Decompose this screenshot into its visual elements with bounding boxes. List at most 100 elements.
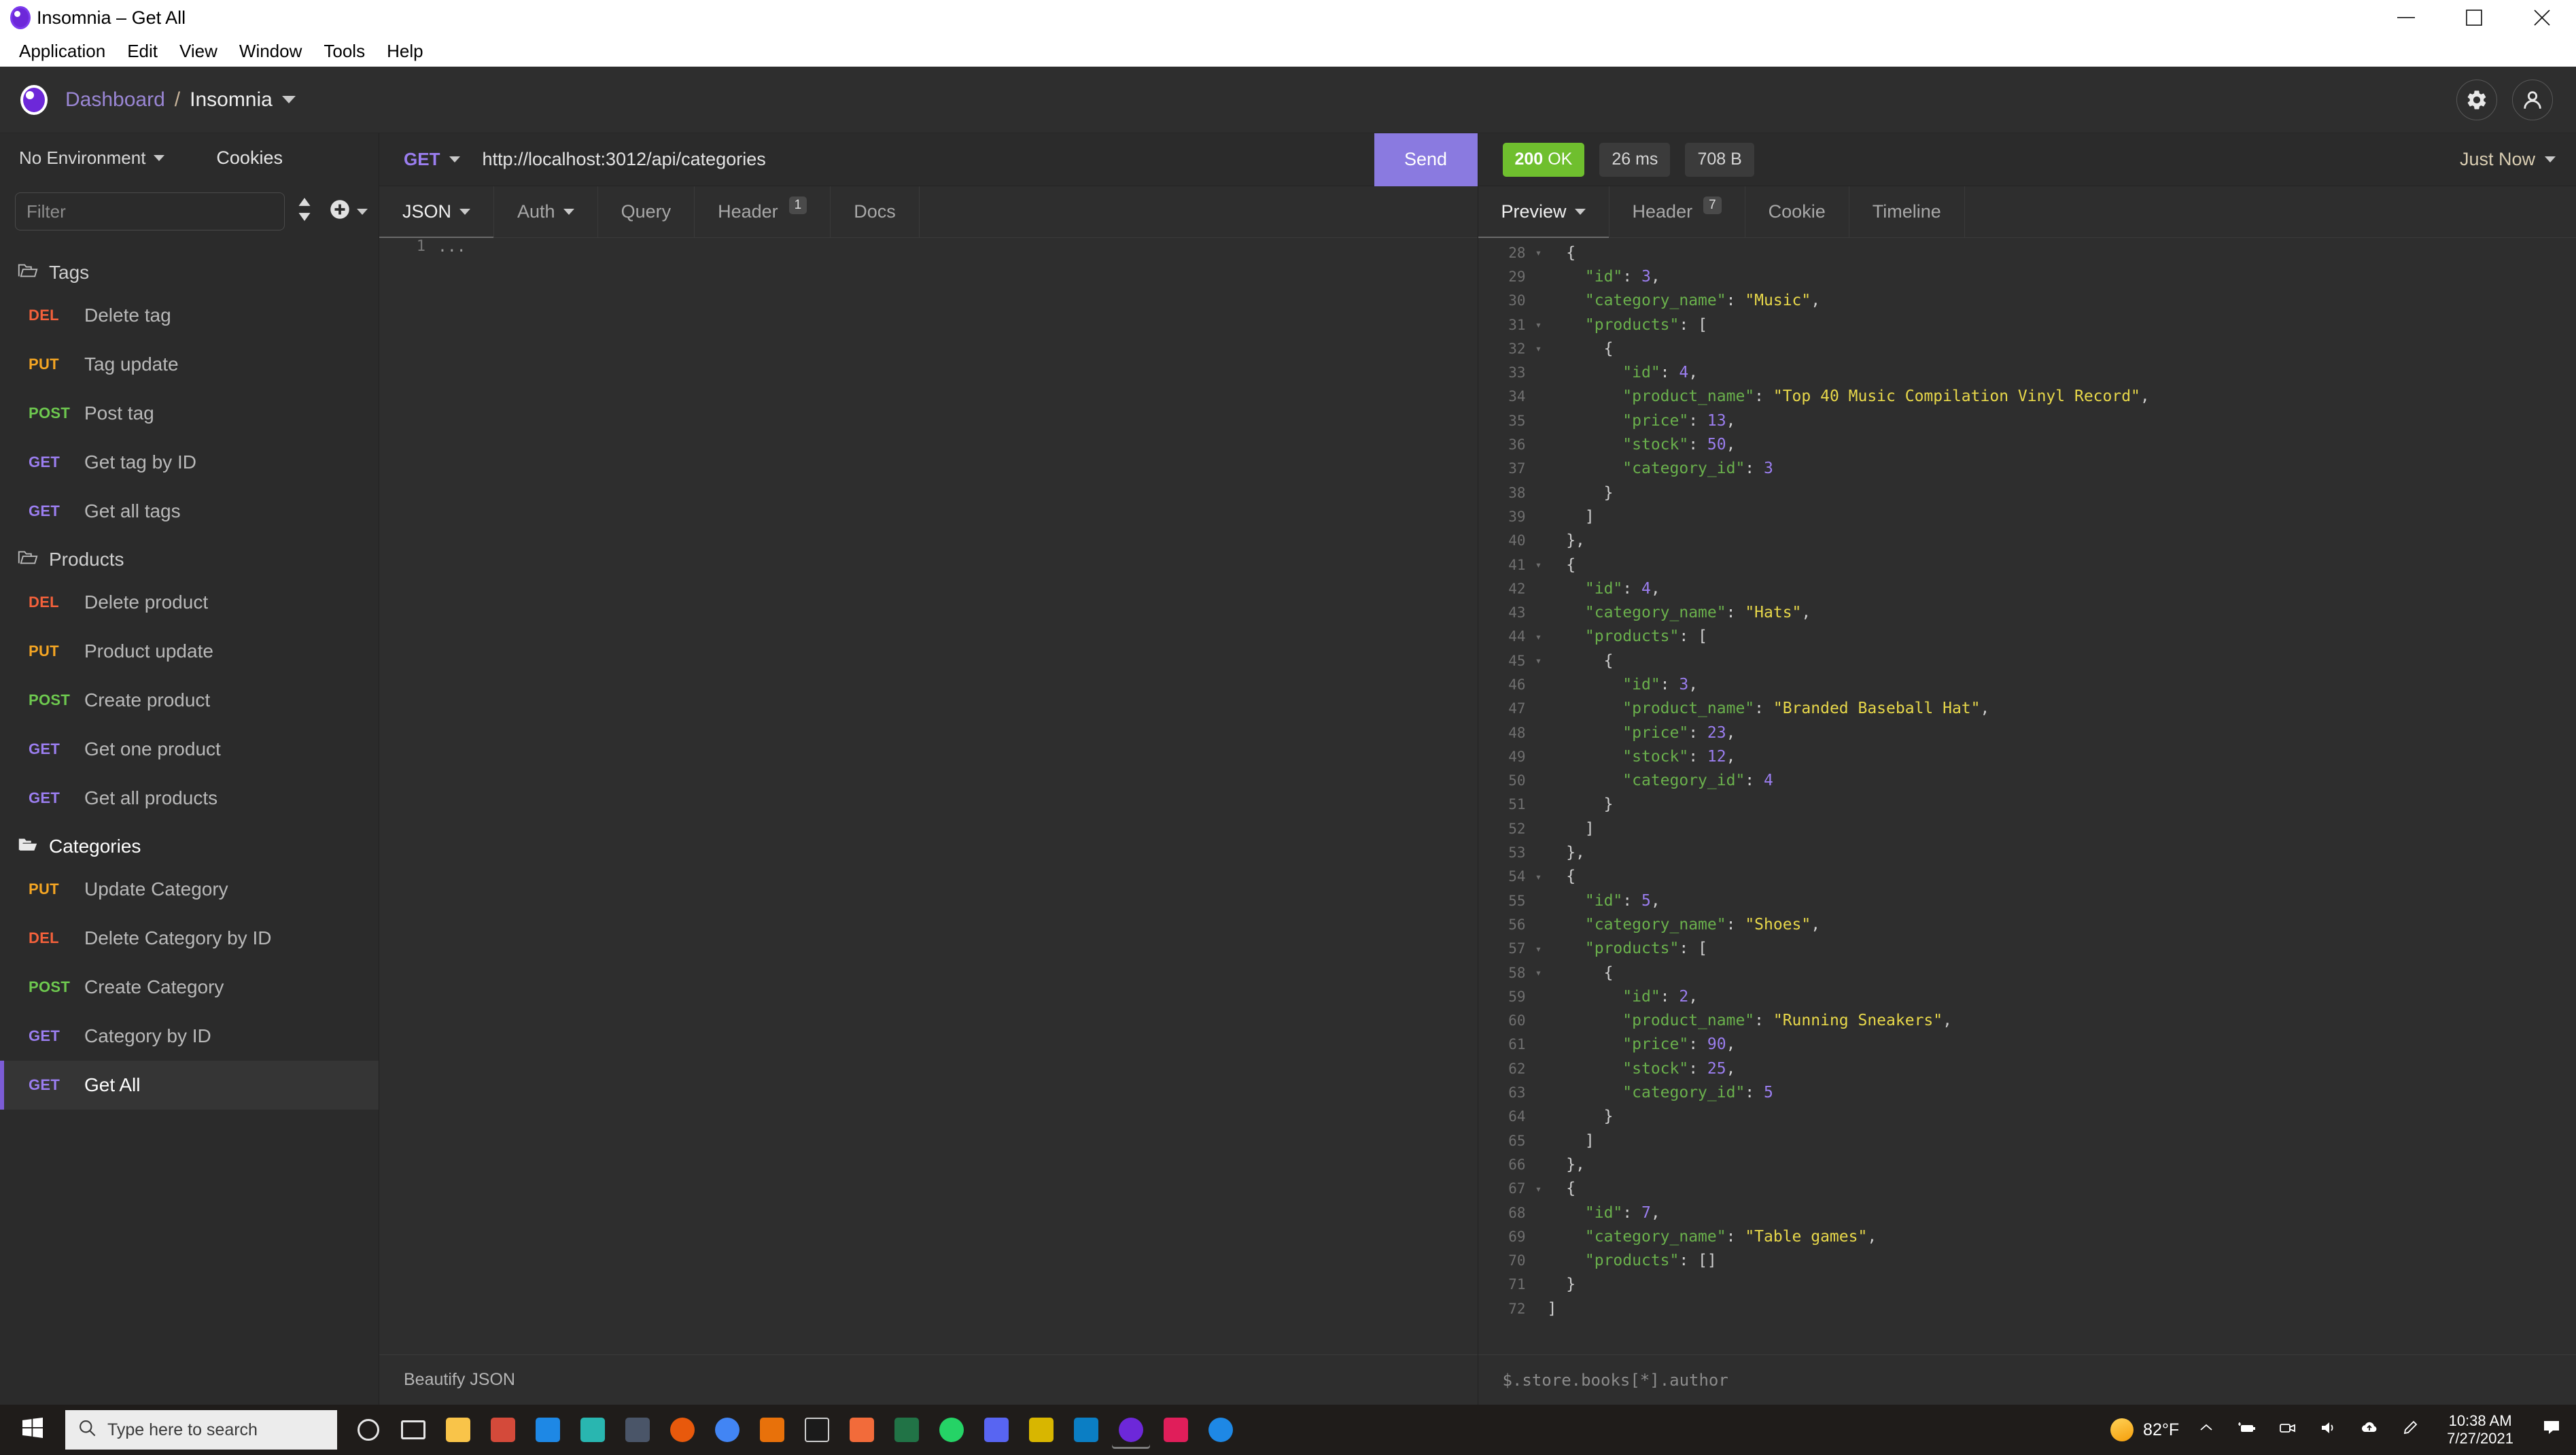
request-item[interactable]: GET Category by ID <box>0 1012 379 1061</box>
slack-icon[interactable] <box>1157 1411 1195 1449</box>
response-size[interactable]: 708 B <box>1685 142 1754 177</box>
chevron-down-icon[interactable] <box>281 96 296 103</box>
request-item[interactable]: PUT Tag update <box>0 340 379 389</box>
terminal-icon[interactable] <box>798 1411 836 1449</box>
send-button[interactable]: Send <box>1374 133 1478 186</box>
battery-button[interactable] <box>2233 1420 2261 1441</box>
vscode-icon[interactable] <box>1067 1411 1105 1449</box>
chevron-down-icon[interactable] <box>357 208 368 215</box>
cortana-icon[interactable] <box>349 1411 387 1449</box>
tab-header[interactable]: Header 1 <box>695 186 831 237</box>
request-item[interactable]: POST Create Category <box>0 963 379 1012</box>
request-item[interactable]: DEL Delete product <box>0 578 379 627</box>
menu-application[interactable]: Application <box>8 39 116 63</box>
request-item[interactable]: DEL Delete tag <box>0 291 379 340</box>
request-item[interactable]: POST Post tag <box>0 389 379 438</box>
fold-toggle-icon[interactable]: ▾ <box>1530 558 1548 571</box>
fold-toggle-icon[interactable]: ▾ <box>1530 318 1548 331</box>
volume-button[interactable] <box>2315 1420 2342 1441</box>
taskbar-search[interactable]: Type here to search <box>65 1410 337 1450</box>
status-badge[interactable]: 200 OK <box>1502 142 1585 177</box>
fold-toggle-icon[interactable]: ▾ <box>1530 630 1548 643</box>
response-time[interactable]: 26 ms <box>1599 142 1671 177</box>
excel-icon[interactable] <box>888 1411 926 1449</box>
fold-toggle-icon[interactable]: ▾ <box>1530 246 1548 259</box>
maximize-button[interactable] <box>2440 0 2508 35</box>
tab-cookie[interactable]: Cookie <box>1745 186 1849 237</box>
menu-edit[interactable]: Edit <box>116 39 169 63</box>
notifications-button[interactable] <box>2537 1419 2568 1441</box>
menu-window[interactable]: Window <box>228 39 313 63</box>
request-item[interactable]: PUT Update Category <box>0 865 379 914</box>
request-item-get-all[interactable]: GET Get All <box>0 1061 379 1110</box>
help-icon[interactable] <box>1202 1411 1240 1449</box>
show-hidden-icons-button[interactable] <box>2193 1420 2220 1441</box>
response-json-viewer[interactable]: 28 ▾ {29 "id": 3, 30 "category_name": "Mus… <box>1478 238 2576 1354</box>
sublime-icon[interactable] <box>1022 1411 1060 1449</box>
tab-preview[interactable]: Preview <box>1478 186 1609 238</box>
sort-button[interactable] <box>285 197 324 226</box>
tab-timeline[interactable]: Timeline <box>1849 186 1965 237</box>
cookies-button[interactable]: Cookies <box>216 148 283 169</box>
response-history-dropdown[interactable]: Just Now <box>2460 149 2556 170</box>
fold-toggle-icon[interactable]: ▾ <box>1530 342 1548 355</box>
microsoft-store-icon[interactable] <box>484 1411 522 1449</box>
request-item[interactable]: GET Get one product <box>0 725 379 774</box>
url-input[interactable]: http://localhost:3012/api/categories <box>478 149 1374 170</box>
fold-toggle-icon[interactable]: ▾ <box>1530 966 1548 979</box>
create-request-button[interactable] <box>330 199 368 224</box>
camera-button[interactable] <box>2274 1420 2301 1441</box>
mail-icon[interactable] <box>529 1411 567 1449</box>
menu-help[interactable]: Help <box>376 39 434 63</box>
tab-auth[interactable]: Auth <box>494 186 598 237</box>
whatsapp-icon[interactable] <box>933 1411 971 1449</box>
tab-response-header[interactable]: Header 7 <box>1609 186 1745 237</box>
pen-button[interactable] <box>2397 1419 2424 1441</box>
fold-toggle-icon[interactable]: ▾ <box>1530 1182 1548 1195</box>
menu-view[interactable]: View <box>169 39 228 63</box>
start-button[interactable] <box>0 1416 65 1445</box>
folder-categories[interactable]: Categories <box>0 828 379 865</box>
postman-icon[interactable] <box>843 1411 881 1449</box>
cloud-upload-button[interactable] <box>2356 1420 2383 1441</box>
beautify-json-button[interactable]: Beautify JSON <box>404 1370 515 1390</box>
chevron-down-icon[interactable] <box>154 154 165 161</box>
folder-products[interactable]: Products <box>0 541 379 578</box>
tab-query[interactable]: Query <box>598 186 695 237</box>
request-item[interactable]: GET Get all tags <box>0 487 379 536</box>
method-selector[interactable]: GET <box>379 149 478 170</box>
app-icon[interactable] <box>619 1411 657 1449</box>
fold-toggle-icon[interactable]: ▾ <box>1530 654 1548 667</box>
request-item[interactable]: POST Create product <box>0 676 379 725</box>
jsonpath-filter-input[interactable]: $.store.books[*].author <box>1503 1371 1728 1390</box>
taskbar-clock[interactable]: 10:38 AM 7/27/2021 <box>2437 1412 2523 1448</box>
menu-tools[interactable]: Tools <box>313 39 376 63</box>
fold-toggle-icon[interactable]: ▾ <box>1530 870 1548 883</box>
sidebar-filter-input[interactable] <box>15 192 285 230</box>
settings-button[interactable] <box>2456 79 2497 120</box>
request-body-editor[interactable]: 1 ... <box>379 238 1478 1354</box>
account-button[interactable] <box>2512 79 2553 120</box>
tab-docs[interactable]: Docs <box>831 186 920 237</box>
weather-widget[interactable]: 82°F <box>2110 1418 2179 1441</box>
task-view-icon[interactable] <box>394 1411 432 1449</box>
chrome-icon[interactable] <box>708 1411 746 1449</box>
minimize-button[interactable] <box>2372 0 2440 35</box>
discord-icon[interactable] <box>977 1411 1015 1449</box>
close-button[interactable] <box>2508 0 2576 35</box>
breadcrumb-workspace[interactable]: Insomnia <box>190 88 273 112</box>
vlc-icon[interactable] <box>753 1411 791 1449</box>
request-item[interactable]: GET Get tag by ID <box>0 438 379 487</box>
tab-json[interactable]: JSON <box>379 186 495 238</box>
insomnia-app-icon[interactable] <box>1112 1411 1150 1449</box>
environment-selector-label[interactable]: No Environment <box>19 148 145 169</box>
folder-tags[interactable]: Tags <box>0 254 379 291</box>
breadcrumb-dashboard[interactable]: Dashboard <box>65 88 165 112</box>
request-item[interactable]: GET Get all products <box>0 774 379 823</box>
insomnia-icon[interactable] <box>574 1411 612 1449</box>
file-explorer-icon[interactable] <box>439 1411 477 1449</box>
firefox-icon[interactable] <box>663 1411 701 1449</box>
request-item[interactable]: DEL Delete Category by ID <box>0 914 379 963</box>
fold-toggle-icon[interactable]: ▾ <box>1530 942 1548 955</box>
request-item[interactable]: PUT Product update <box>0 627 379 676</box>
